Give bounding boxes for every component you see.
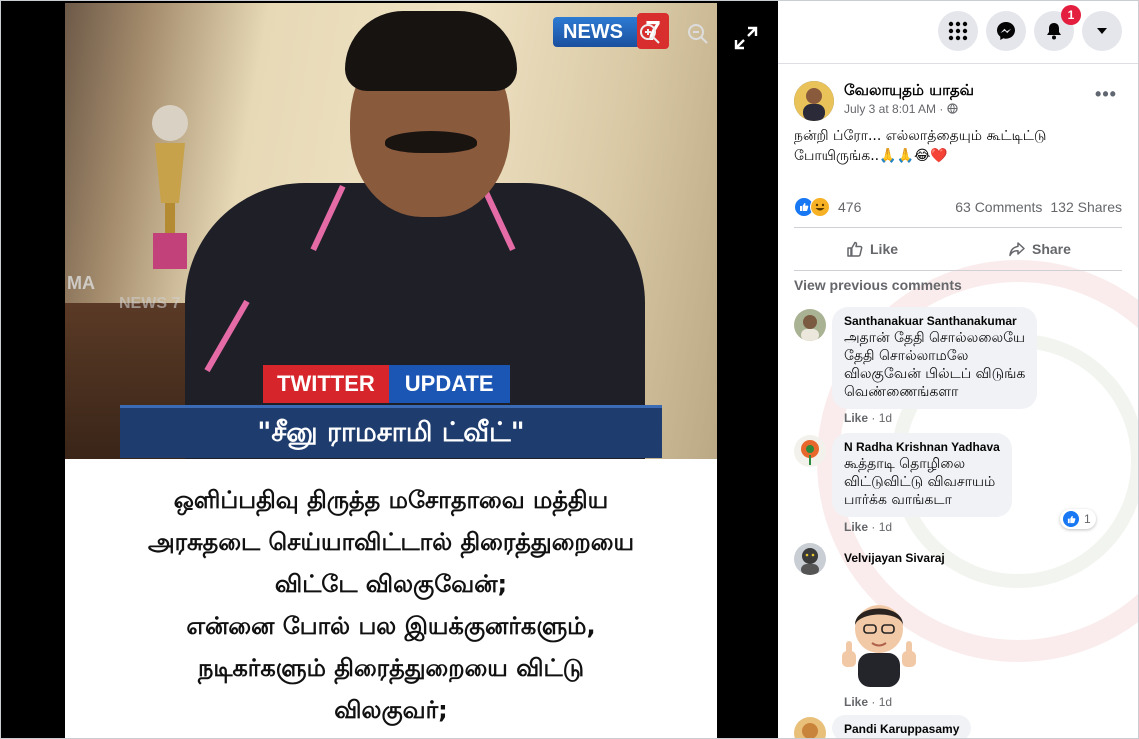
share-arrow-icon <box>1009 242 1025 257</box>
photo-caption-area: ஒளிப்பதிவு திருத்த மசோதாவை மத்திய அரசுதட… <box>65 459 717 738</box>
messenger-button[interactable] <box>986 11 1026 51</box>
post-action-bar: Like Share <box>794 227 1122 271</box>
photo-caption: ஒளிப்பதிவு திருத்த மசோதாவை மத்திய அரசுதட… <box>65 479 717 731</box>
menu-button[interactable] <box>938 11 978 51</box>
reactions-summary[interactable]: 476 <box>794 197 861 217</box>
comment-text: அதான் தேதி சொல்லலையே தேதி சொல்லாமலே விலக… <box>844 330 1026 400</box>
share-button[interactable]: Share <box>1008 228 1071 270</box>
engagement-counts: 63 Comments 132 Shares <box>955 199 1122 215</box>
comment-bubble: Pandi Karuppasamy <box>832 715 972 738</box>
zoom-out-icon[interactable] <box>687 23 709 45</box>
comment-reaction-count: 1 <box>1084 512 1091 526</box>
post-more-button[interactable]: ••• <box>1094 85 1118 107</box>
messenger-icon <box>997 22 1015 40</box>
thumbs-up-icon <box>847 241 863 257</box>
comment-like-link[interactable]: Like <box>844 695 868 709</box>
comment-bubble: N Radha Krishnan Yadhava கூத்தாடி தொழிலை… <box>832 433 1012 517</box>
post-panel: வேலாயுதம் யாதவ் July 3 at 8:01 AM · ••• … <box>778 1 1138 738</box>
view-previous-comments[interactable]: View previous comments <box>794 277 962 293</box>
author-avatar[interactable] <box>794 81 834 121</box>
caption-line: ஒளிப்பதிவு திருத்த மசோதாவை மத்திய <box>173 486 609 514</box>
panel-topbar <box>778 1 1138 64</box>
fullscreen-icon[interactable] <box>731 23 761 53</box>
haha-reaction-icon <box>810 197 830 217</box>
commenter-name[interactable]: N Radha Krishnan Yadhava <box>844 439 1000 455</box>
person-hair <box>345 11 517 91</box>
photo-viewer-window: close-icon f MA NEWS 7 <box>0 0 1139 739</box>
comment-actions: Like · 1d <box>844 695 893 709</box>
post-timestamp[interactable]: July 3 at 8:01 AM <box>844 102 936 116</box>
tag-update: UPDATE <box>388 365 510 403</box>
caret-down-icon <box>1097 28 1107 34</box>
share-label: Share <box>1032 241 1071 257</box>
reaction-count[interactable]: 476 <box>838 199 861 215</box>
comment-actions: Like · 1d <box>844 411 893 425</box>
news7-logo-text: NEWS <box>563 21 623 43</box>
background-watermark: NEWS 7 <box>119 295 181 312</box>
caption-line: நடிகர்களும் திரைத்துறையை விட்டு <box>197 654 585 682</box>
comment-reactions[interactable]: 1 <box>1060 509 1096 529</box>
zoom-in-icon[interactable] <box>639 23 661 45</box>
globe-icon <box>947 103 958 114</box>
comments-count[interactable]: 63 Comments <box>955 199 1042 215</box>
post-meta: July 3 at 8:01 AM · <box>844 101 958 117</box>
close-icon[interactable]: close-icon <box>21 15 55 49</box>
post-photo[interactable]: MA NEWS 7 NEWS 7 TWITTER UPDATE "சீனு ரா… <box>65 3 717 738</box>
shares-count[interactable]: 132 Shares <box>1050 199 1122 215</box>
commenter-avatar[interactable] <box>794 543 826 575</box>
trophy-icon <box>152 105 188 269</box>
avatar-sticker-icon[interactable] <box>840 589 918 689</box>
like-button[interactable]: Like <box>846 228 898 270</box>
meta-separator: · <box>939 102 944 116</box>
commenter-name[interactable]: Pandi Karuppasamy <box>844 721 959 737</box>
background-text: MA <box>67 273 95 293</box>
person-moustache <box>385 131 477 153</box>
caption-line: விலகுவர்; <box>334 696 448 724</box>
grid-menu-icon <box>948 21 968 41</box>
comment-like-link[interactable]: Like <box>844 520 868 534</box>
photo-scene: MA NEWS 7 NEWS 7 TWITTER UPDATE "சீனு ரா… <box>65 3 717 483</box>
caption-line: விட்டே விலகுவேன்; <box>274 570 508 598</box>
post-text: நன்றி ப்ரோ... எல்லாத்தையும் கூட்டிட்டு ப… <box>794 128 1047 164</box>
post-author[interactable]: வேலாயுதம் யாதவ் <box>844 80 974 100</box>
comment-time[interactable]: 1d <box>879 695 892 709</box>
like-label: Like <box>870 241 899 257</box>
commenter-avatar[interactable] <box>794 717 826 738</box>
commenter-name[interactable]: Santhanakuar Santhanakumar <box>844 313 1025 329</box>
account-menu-button[interactable] <box>1082 11 1122 51</box>
tag-twitter: TWITTER <box>263 365 389 403</box>
twitter-update-tag: TWITTER UPDATE <box>263 365 510 403</box>
headline-banner: "சீனு ராமசாமி ட்வீட்" <box>120 405 662 458</box>
commenter-avatar[interactable] <box>794 435 826 467</box>
notification-badge[interactable]: 1 <box>1061 5 1081 25</box>
like-reaction-icon <box>1062 510 1080 528</box>
comment-like-link[interactable]: Like <box>844 411 868 425</box>
caption-line: அரசுதடை செய்யாவிட்டால் திரைத்துறையை <box>147 528 635 556</box>
image-viewer: close-icon f MA NEWS 7 <box>1 1 778 738</box>
comment-text: கூத்தாடி தொழிலை விட்டுவிட்டு விவசாயம் பா… <box>844 456 996 508</box>
comment-time[interactable]: 1d <box>879 520 892 534</box>
bell-icon <box>1047 23 1061 40</box>
commenter-avatar[interactable] <box>794 309 826 341</box>
commenter-name[interactable]: Velvijayan Sivaraj <box>844 550 945 566</box>
comment-time[interactable]: 1d <box>879 411 892 425</box>
comment-actions: Like · 1d <box>844 520 893 534</box>
caption-line: என்னை போல் பல இயக்குனர்களும், <box>186 612 596 640</box>
comment-bubble: Santhanakuar Santhanakumar அதான் தேதி சொ… <box>832 307 1038 409</box>
